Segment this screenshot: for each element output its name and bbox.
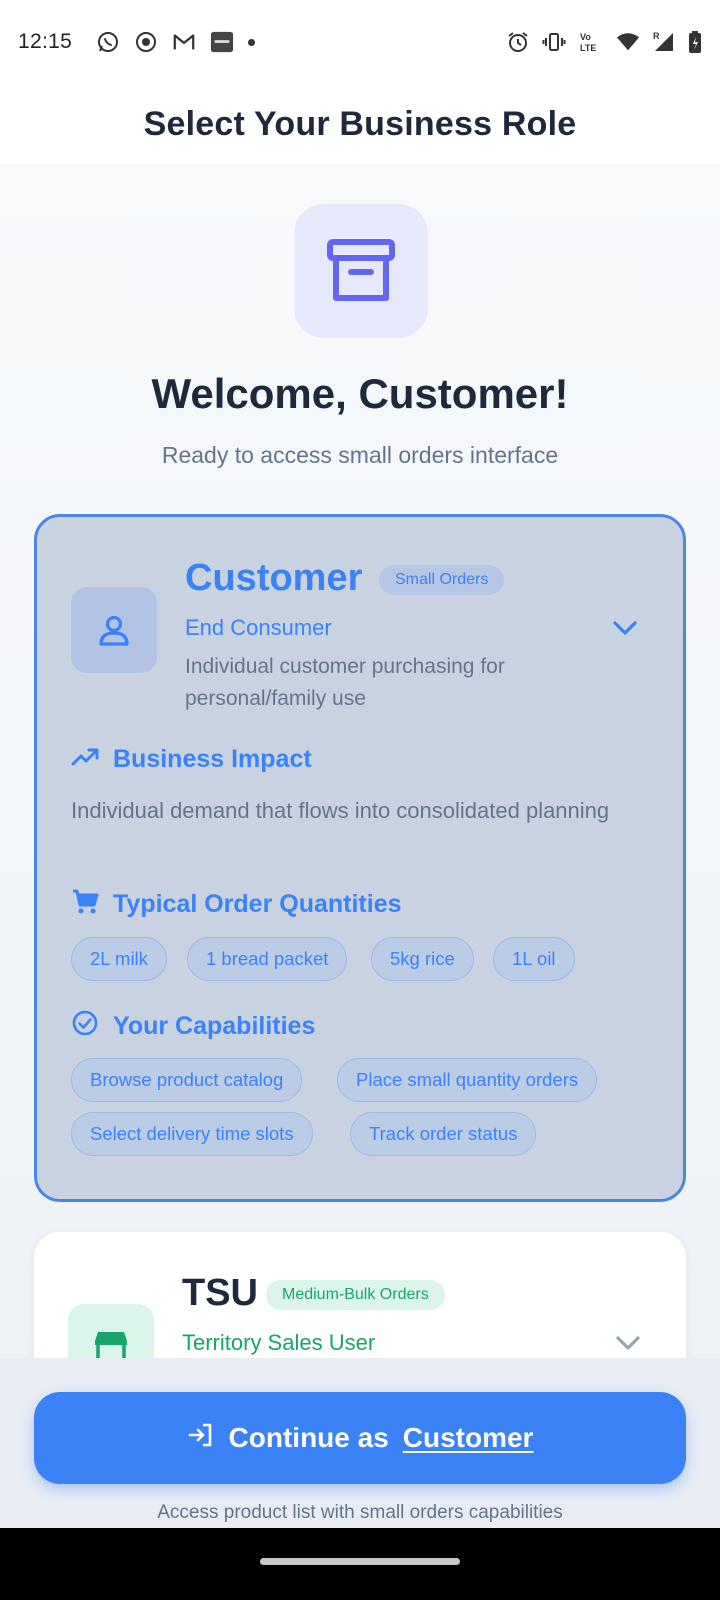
battery-icon [688, 30, 702, 54]
trending-up-icon [71, 745, 99, 774]
quantity-chip: 5kg rice [371, 937, 474, 981]
capability-chip: Browse product catalog [71, 1058, 303, 1102]
continue-button-label: Continue as [228, 1422, 389, 1453]
role-card-customer[interactable]: Customer Small Orders End Consumer Indiv… [34, 514, 686, 1202]
login-icon [187, 1421, 215, 1456]
business-impact-label: Business Impact [113, 745, 312, 773]
continue-button-role: Customer [402, 1422, 534, 1453]
volte-icon: Vo LTE [578, 30, 604, 54]
capabilities-label: Your Capabilities [113, 1012, 316, 1040]
role-subtitle: Territory Sales User [182, 1330, 376, 1355]
archive-box-icon [294, 204, 428, 338]
system-navigation-bar [0, 1528, 720, 1600]
role-subtitle: End Consumer [185, 615, 332, 640]
svg-text:Vo: Vo [580, 32, 591, 42]
svg-text:R: R [653, 31, 660, 41]
continue-button[interactable]: Continue as Customer [34, 1392, 686, 1484]
cart-icon [71, 887, 99, 922]
signal-icon: R [652, 30, 676, 54]
role-title: Customer [185, 557, 363, 599]
capability-chip: Place small quantity orders [337, 1058, 598, 1102]
store-icon [68, 1304, 154, 1358]
order-size-badge: Small Orders [379, 565, 505, 595]
capabilities-heading: Your Capabilities [71, 1009, 315, 1044]
gmail-icon [172, 30, 196, 54]
role-card-tsu[interactable]: TSU Medium-Bulk Orders Territory Sales U… [34, 1232, 686, 1358]
status-bar: 12:15 Vo LTE R [0, 0, 720, 84]
user-icon [71, 587, 157, 673]
footer-note: Access product list with small orders ca… [157, 1502, 563, 1523]
chevron-down-icon[interactable] [614, 1334, 642, 1357]
business-impact-text: Individual demand that flows into consol… [71, 798, 610, 823]
app-header: Select Your Business Role [0, 84, 720, 164]
alarm-icon [506, 30, 530, 54]
welcome-subtitle: Ready to access small orders interface [161, 442, 559, 468]
dot-icon [248, 38, 256, 46]
vibrate-icon [542, 30, 566, 54]
svg-text:LTE: LTE [580, 43, 596, 53]
wifi-icon [616, 30, 640, 54]
quantity-chip: 2L milk [71, 937, 167, 981]
notification-icons [96, 30, 256, 54]
capability-chip: Select delivery time slots [71, 1112, 313, 1156]
welcome-heading: Welcome, Customer! [151, 370, 569, 417]
status-time: 12:15 [18, 30, 73, 53]
capability-chip: Track order status [350, 1112, 537, 1156]
role-selection-scroll-area[interactable]: Welcome, Customer! Ready to access small… [0, 164, 720, 1358]
business-impact-heading: Business Impact [71, 745, 312, 774]
system-icons: Vo LTE R [506, 30, 702, 54]
order-size-badge: Medium-Bulk Orders [266, 1280, 445, 1310]
page-title: Select Your Business Role [143, 104, 577, 143]
paytm-icon [210, 30, 234, 54]
chevron-up-icon[interactable] [611, 619, 639, 642]
role-description: Individual customer purchasing for perso… [185, 655, 505, 710]
role-title: TSU [182, 1272, 258, 1314]
whatsapp-icon [96, 30, 120, 54]
quantity-chip: 1L oil [493, 937, 575, 981]
home-gesture-handle[interactable] [260, 1558, 460, 1565]
typical-quantities-heading: Typical Order Quantities [71, 887, 402, 922]
quantity-chip: 1 bread packet [187, 937, 348, 981]
typical-quantities-label: Typical Order Quantities [113, 890, 402, 918]
bottom-action-area: Continue as Customer Access product list… [0, 1358, 720, 1528]
check-circle-icon [71, 1009, 99, 1044]
record-icon [134, 30, 158, 54]
